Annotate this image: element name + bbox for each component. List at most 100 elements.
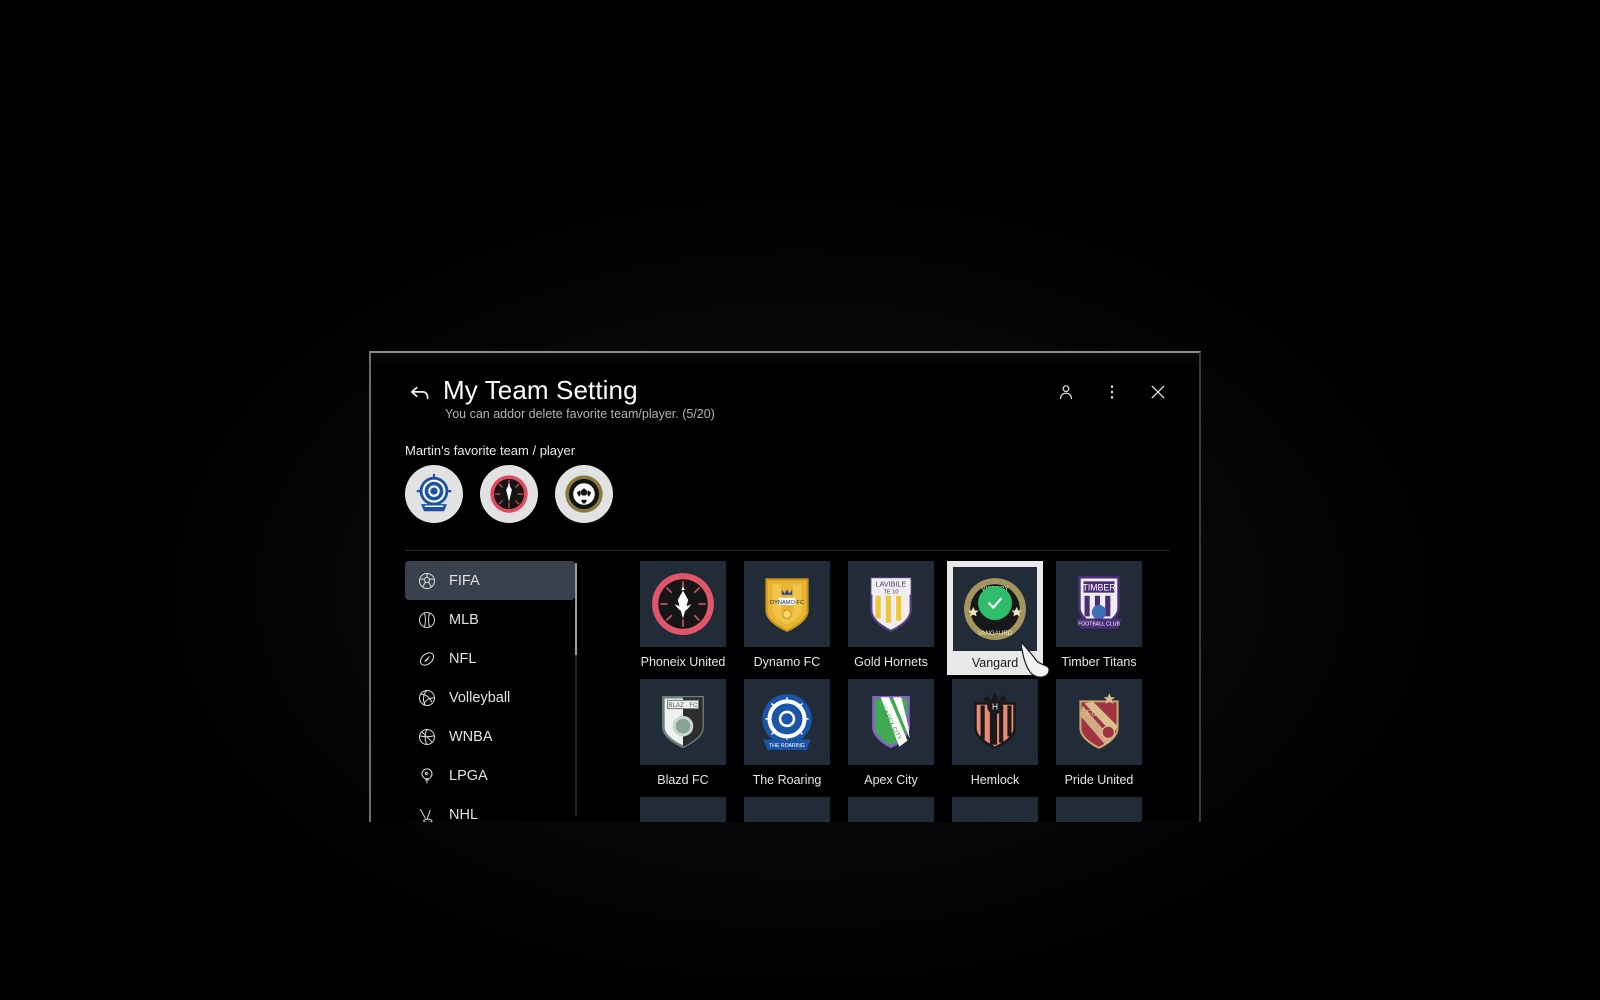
blue-gear-crest-icon xyxy=(416,473,452,512)
team-card-label: Apex City xyxy=(864,773,918,787)
svg-text:DYNAMO FC: DYNAMO FC xyxy=(770,600,804,606)
sidebar-item-mlb[interactable]: MLB xyxy=(405,600,575,639)
team-crest-tile: FC APEX CITY xyxy=(848,679,934,765)
team-card-dynamo-fc[interactable]: DYNAMO FC Dynamo FC xyxy=(744,561,830,679)
sidebar-item-wnba[interactable]: WNBA xyxy=(405,717,575,756)
team-card-label: Dynamo FC xyxy=(753,655,821,669)
team-card-row3-d[interactable] xyxy=(952,797,1038,822)
svg-text:H: H xyxy=(992,703,998,712)
sport-category-sidebar[interactable]: FIFA MLB NFL Volleyball WNBA LPGA NHL xyxy=(405,561,575,822)
team-crest-tile: DYNAMO FC xyxy=(744,561,830,647)
basketball-icon xyxy=(417,727,437,747)
page-title: My Team Setting xyxy=(443,375,638,405)
sidebar-item-label: MLB xyxy=(449,611,479,628)
favorites-label: Martin's favorite team / player xyxy=(405,443,576,458)
dynamo-fc-crest-icon: DYNAMO FC xyxy=(765,578,809,632)
sidebar-scrollbar-thumb[interactable] xyxy=(575,563,577,655)
sidebar-item-label: NHL xyxy=(449,806,479,823)
team-crest-tile: TIMBER FOOTBALL CLUB xyxy=(1056,561,1142,647)
team-card-label: Hemlock xyxy=(970,773,1020,787)
svg-text:VANGAURD: VANGAURD xyxy=(978,630,1013,637)
back-arrow-icon[interactable] xyxy=(407,380,433,406)
team-grid: Phoneix United DYNAMO FC Dynamo FC LAVIB… xyxy=(640,561,1169,822)
my-team-setting-window: My Team Setting You can addor delete fav… xyxy=(369,351,1201,822)
sidebar-item-fifa[interactable]: FIFA xyxy=(405,561,575,600)
gold-soccer-crest-icon xyxy=(565,475,603,513)
sidebar-item-label: Volleyball xyxy=(449,689,511,706)
gold-hornets-crest-icon: LAVIBILE TE 10 xyxy=(870,577,912,632)
sidebar-item-nfl[interactable]: NFL xyxy=(405,639,575,678)
screen-background: My Team Setting You can addor delete fav… xyxy=(0,0,1600,1000)
sidebar-item-label: WNBA xyxy=(449,728,493,745)
team-card-row3-b[interactable] xyxy=(744,797,830,822)
svg-text:FOOTBALL CLUB: FOOTBALL CLUB xyxy=(1078,622,1120,628)
window-header: My Team Setting You can addor delete fav… xyxy=(371,353,1199,439)
phoenix-united-crest-icon xyxy=(652,573,714,635)
the-roaring-crest-icon: THE ROARING xyxy=(762,694,812,750)
team-card-label: Blazd FC xyxy=(657,773,709,787)
page-subtitle: You can addor delete favorite team/playe… xyxy=(445,407,715,421)
timber-titans-crest-icon: TIMBER FOOTBALL CLUB xyxy=(1076,575,1122,630)
section-divider xyxy=(405,550,1169,551)
pride-united-crest-icon: FC xyxy=(1079,693,1119,749)
team-card-label: Gold Hornets xyxy=(854,655,928,669)
sidebar-item-lpga[interactable]: LPGA xyxy=(405,756,575,795)
blazd-fc-crest-icon: BLAZ · FC xyxy=(662,695,704,749)
person-icon[interactable] xyxy=(1053,379,1079,405)
team-card-row3-a[interactable] xyxy=(640,797,726,822)
svg-text:THE ROARING: THE ROARING xyxy=(769,743,805,749)
team-card-gold-hornets[interactable]: LAVIBILE TE 10 Gold Hornets xyxy=(848,561,934,679)
team-card-the-roaring[interactable]: THE ROARING The Roaring xyxy=(744,679,830,797)
soccer-ball-icon xyxy=(417,571,437,591)
team-crest-tile: BLAZ · FC xyxy=(640,679,726,765)
selected-check-badge xyxy=(978,586,1012,620)
favorites-row xyxy=(405,465,613,523)
favorite-team-1[interactable] xyxy=(405,465,463,523)
team-card-label: Timber Titans xyxy=(1061,655,1137,669)
team-crest-tile xyxy=(848,797,934,822)
apex-city-crest-icon: FC APEX CITY xyxy=(872,695,910,749)
favorite-team-2[interactable] xyxy=(480,465,538,523)
team-card-timber-titans[interactable]: TIMBER FOOTBALL CLUB Timber Titans xyxy=(1056,561,1142,679)
team-crest-tile xyxy=(1056,797,1142,822)
team-card-phoneix-united[interactable]: Phoneix United xyxy=(640,561,726,679)
sidebar-item-volleyball[interactable]: Volleyball xyxy=(405,678,575,717)
team-crest-tile xyxy=(640,797,726,822)
team-crest-tile: THE ROARING xyxy=(744,679,830,765)
more-vertical-icon[interactable] xyxy=(1099,379,1125,405)
team-crest-tile: FC xyxy=(1056,679,1142,765)
team-card-label: The Roaring xyxy=(752,773,822,787)
favorite-team-3[interactable] xyxy=(555,465,613,523)
team-crest-tile xyxy=(952,797,1038,822)
team-card-row3-c[interactable] xyxy=(848,797,934,822)
content-body: FIFA MLB NFL Volleyball WNBA LPGA NHL Ph… xyxy=(371,561,1199,822)
team-card-label: Pride United xyxy=(1064,773,1134,787)
team-crest-tile: LAVIBILE TE 10 xyxy=(848,561,934,647)
sidebar-item-label: NFL xyxy=(449,650,477,667)
team-crest-tile xyxy=(640,561,726,647)
red-eagle-crest-icon xyxy=(490,475,528,513)
sidebar-item-label: FIFA xyxy=(449,572,480,589)
team-card-label: Vangard xyxy=(971,656,1019,670)
hemlock-crest-icon: H xyxy=(974,692,1016,750)
header-actions xyxy=(1053,379,1171,405)
svg-text:TIMBER: TIMBER xyxy=(1082,583,1115,593)
team-card-hemlock[interactable]: H Hemlock xyxy=(952,679,1038,797)
close-icon[interactable] xyxy=(1145,379,1171,405)
team-card-pride-united[interactable]: FC Pride United xyxy=(1056,679,1142,797)
team-crest-tile xyxy=(744,797,830,822)
team-card-apex-city[interactable]: FC APEX CITY Apex City xyxy=(848,679,934,797)
team-card-blazd-fc[interactable]: BLAZ · FC Blazd FC xyxy=(640,679,726,797)
team-card-vangard[interactable]: VICTORY VANGAURD Vangard xyxy=(947,561,1043,675)
team-card-label: Phoneix United xyxy=(640,655,726,669)
football-icon xyxy=(417,649,437,669)
team-card-row3-e[interactable] xyxy=(1056,797,1142,822)
volleyball-icon xyxy=(417,688,437,708)
svg-text:TE 10: TE 10 xyxy=(883,590,898,596)
svg-text:BLAZ · FC: BLAZ · FC xyxy=(668,702,698,709)
sidebar-item-nhl[interactable]: NHL xyxy=(405,795,575,822)
svg-text:FC: FC xyxy=(1086,709,1097,718)
baseball-icon xyxy=(417,610,437,630)
golf-ball-tee-icon xyxy=(417,766,437,786)
hockey-icon xyxy=(417,805,437,822)
